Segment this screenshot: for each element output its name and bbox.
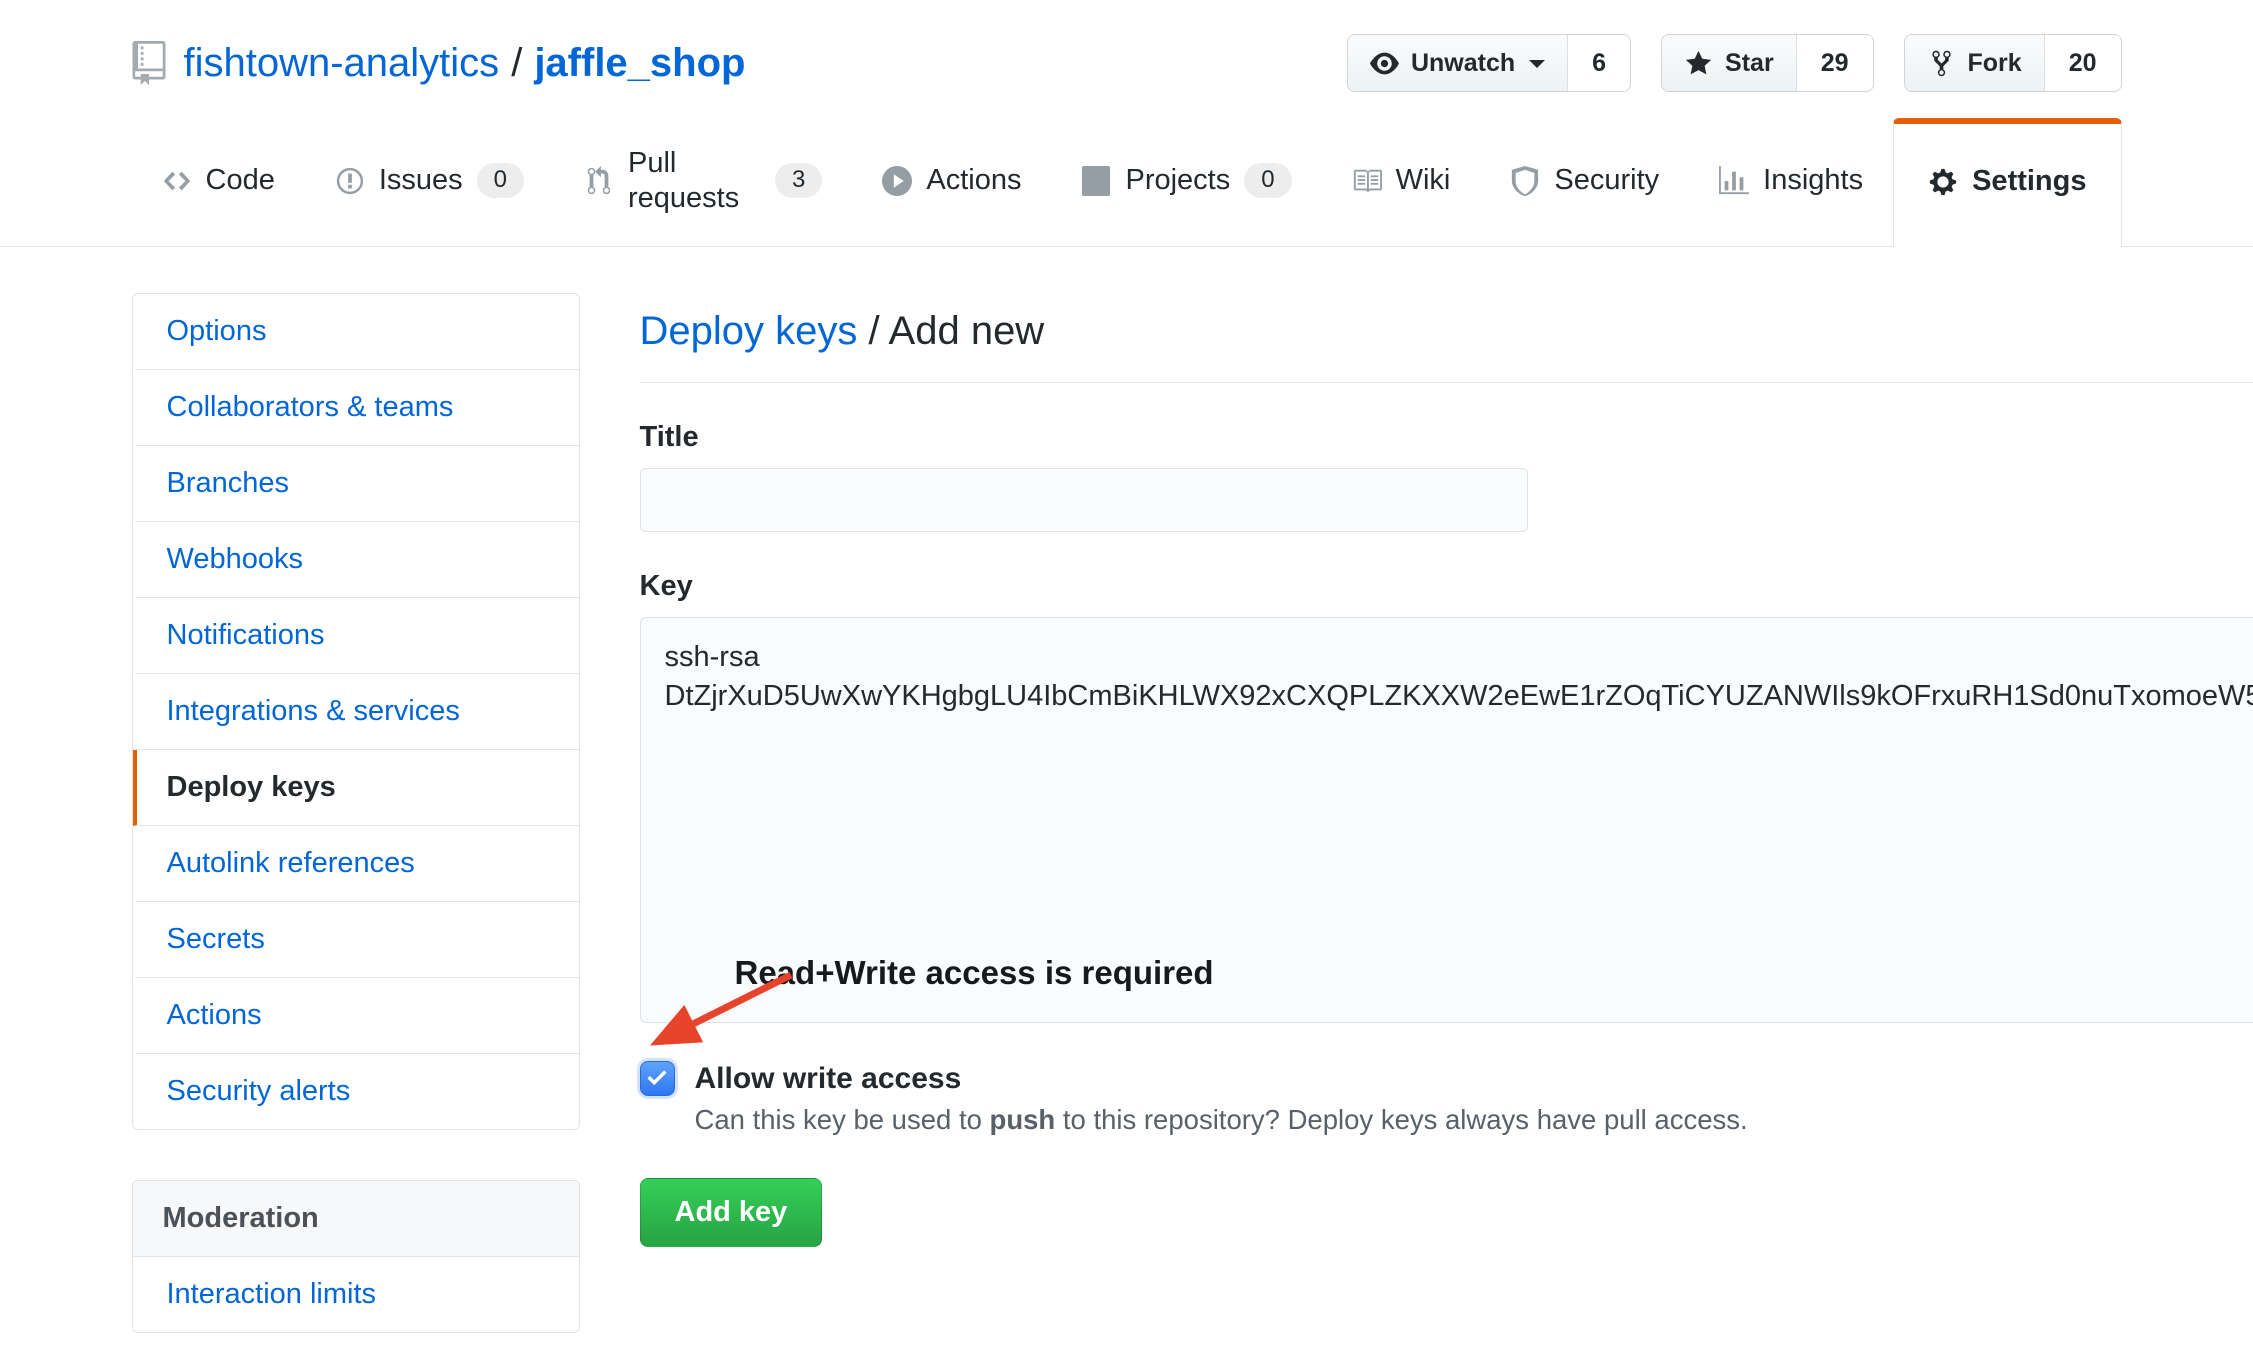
star-button-group: Star 29 [1661, 34, 1873, 92]
pull-requests-count-badge: 3 [775, 163, 822, 198]
star-button[interactable]: Star [1662, 35, 1796, 91]
repo-header: fishtown-analytics / jaffle_shop Unwatch… [0, 0, 2253, 92]
tab-label: Insights [1763, 163, 1863, 198]
tab-label: Security [1554, 163, 1659, 198]
sidebar-item-interaction-limits[interactable]: Interaction limits [133, 1257, 579, 1332]
key-field-label: Key [640, 570, 2253, 603]
sidebar-item-integrations-services[interactable]: Integrations & services [133, 674, 579, 750]
sidebar-item-autolink-references[interactable]: Autolink references [133, 826, 579, 902]
tab-issues[interactable]: Issues 0 [305, 118, 554, 246]
fork-icon [1927, 49, 1956, 78]
tab-wiki[interactable]: Wiki [1322, 118, 1481, 246]
insights-icon [1719, 166, 1749, 196]
wiki-icon [1352, 166, 1382, 196]
tab-pull-requests[interactable]: Pull requests 3 [554, 118, 852, 246]
eye-icon [1370, 49, 1399, 78]
tab-label: Wiki [1396, 163, 1451, 198]
star-icon [1684, 49, 1713, 78]
sidebar-item-branches[interactable]: Branches [133, 446, 579, 522]
tab-insights[interactable]: Insights [1689, 118, 1893, 246]
tab-label: Actions [926, 163, 1021, 198]
unwatch-label: Unwatch [1411, 49, 1515, 78]
settings-menu: Options Collaborators & teams Branches W… [132, 293, 580, 1130]
breadcrumb-separator: / [869, 309, 889, 353]
tab-label: Issues [379, 163, 463, 198]
tab-security[interactable]: Security [1480, 118, 1689, 246]
title-field-label: Title [640, 421, 2253, 454]
sidebar-item-notifications[interactable]: Notifications [133, 598, 579, 674]
star-label: Star [1725, 49, 1774, 78]
caret-down-icon [1529, 60, 1545, 76]
fork-count[interactable]: 20 [2044, 35, 2121, 91]
code-icon [162, 166, 192, 196]
title-input[interactable] [640, 468, 1528, 532]
gear-icon [1928, 167, 1958, 197]
sidebar-item-webhooks[interactable]: Webhooks [133, 522, 579, 598]
play-icon [882, 166, 912, 196]
deploy-keys-breadcrumb-link[interactable]: Deploy keys [640, 309, 858, 353]
page-title: Deploy keys / Add new [640, 293, 2253, 383]
ssh-key-text: ssh-rsa DtZjrXuD5UwXwYKHgbgLU4IbCmBiKHLW… [665, 641, 2253, 713]
star-count[interactable]: 29 [1796, 35, 1873, 91]
sidebar-item-options[interactable]: Options [133, 294, 579, 370]
repo-separator: / [511, 39, 522, 87]
tab-actions[interactable]: Actions [852, 118, 1051, 246]
repo-owner-link[interactable]: fishtown-analytics [184, 39, 500, 87]
repo-tabnav: Code Issues 0 Pull requests 3 Actions Pr… [0, 118, 2253, 247]
sidebar-item-deploy-keys[interactable]: Deploy keys [133, 750, 579, 826]
add-key-button[interactable]: Add key [640, 1178, 823, 1247]
key-textarea[interactable]: ssh-rsa DtZjrXuD5UwXwYKHgbgLU4IbCmBiKHLW… [640, 617, 2253, 1023]
tab-label: Projects [1125, 163, 1230, 198]
settings-sidebar: Options Collaborators & teams Branches W… [132, 293, 580, 1333]
tab-code[interactable]: Code [132, 118, 305, 246]
tab-settings[interactable]: Settings [1893, 118, 2121, 247]
allow-write-access-help: Can this key be used to push to this rep… [695, 1104, 1748, 1136]
project-icon [1081, 166, 1111, 196]
moderation-menu-header: Moderation [133, 1181, 579, 1257]
issues-count-badge: 0 [477, 163, 524, 198]
tab-label: Settings [1972, 164, 2086, 199]
repo-icon [132, 41, 166, 85]
fork-button-group: Fork 20 [1904, 34, 2122, 92]
deploy-key-form: Deploy keys / Add new Title Key ssh-rsa … [640, 293, 2253, 1333]
allow-write-access-text: Allow write access Can this key be used … [695, 1057, 1748, 1137]
projects-count-badge: 0 [1244, 163, 1291, 198]
sidebar-item-actions[interactable]: Actions [133, 978, 579, 1054]
pull-request-icon [584, 166, 614, 196]
unwatch-button[interactable]: Unwatch [1348, 35, 1567, 91]
shield-icon [1510, 166, 1540, 196]
sidebar-item-collaborators-teams[interactable]: Collaborators & teams [133, 370, 579, 446]
tab-label: Pull requests [628, 146, 761, 216]
fork-label: Fork [1968, 49, 2022, 78]
repo-actions: Unwatch 6 Star 29 Fork 20 [1347, 34, 2122, 92]
sidebar-item-security-alerts[interactable]: Security alerts [133, 1054, 579, 1129]
allow-write-access-row: Allow write access Can this key be used … [640, 1057, 2253, 1137]
moderation-menu: Moderation Interaction limits [132, 1180, 580, 1333]
watch-count[interactable]: 6 [1567, 35, 1630, 91]
arrow-icon [641, 963, 821, 1083]
issue-icon [335, 166, 365, 196]
repo-name-link[interactable]: jaffle_shop [534, 39, 745, 87]
repo-title: fishtown-analytics / jaffle_shop [132, 39, 746, 87]
sidebar-item-secrets[interactable]: Secrets [133, 902, 579, 978]
breadcrumb-current: Add new [889, 309, 1045, 353]
tab-label: Code [206, 163, 275, 198]
tab-projects[interactable]: Projects 0 [1051, 118, 1321, 246]
fork-button[interactable]: Fork [1905, 35, 2044, 91]
watch-button-group: Unwatch 6 [1347, 34, 1631, 92]
